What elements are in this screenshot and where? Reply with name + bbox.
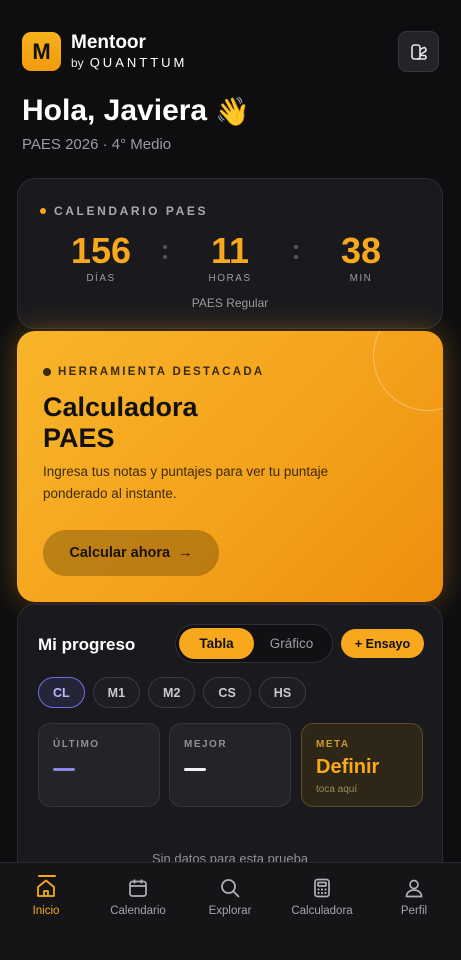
- stat-goal[interactable]: META Definir toca aquí: [301, 723, 423, 807]
- tab-table[interactable]: Tabla: [179, 628, 254, 659]
- wave-emoji-icon: 👋: [215, 95, 250, 127]
- nav-item-calculator[interactable]: Calculadora: [277, 875, 367, 917]
- hours-value: 11: [210, 230, 250, 271]
- theme-toggle-icon: [410, 43, 427, 60]
- subject-filter: CL M1 M2 CS HS: [38, 677, 307, 708]
- add-essay-button[interactable]: + Ensayo: [341, 629, 424, 658]
- subject-chip-cl[interactable]: CL: [38, 677, 85, 708]
- profile-icon: [405, 879, 423, 898]
- greeting-text: Hola, Javiera: [22, 94, 208, 127]
- paes-countdown-card[interactable]: CALENDARIO PAES 156 DÍAS 11 HORAS 38 MIN…: [17, 178, 443, 329]
- app-name: Mentoor: [71, 32, 146, 53]
- view-toggle: Tabla Gráfico: [175, 624, 333, 663]
- subject-chip-hs[interactable]: HS: [258, 677, 307, 708]
- nav-item-home[interactable]: Inicio: [1, 875, 91, 917]
- bottom-nav: Inicio Calendario Explorar Calculadora P…: [0, 862, 461, 960]
- featured-title: Calculadora PAES: [43, 392, 198, 453]
- subject-chip-m2[interactable]: M2: [148, 677, 196, 708]
- stat-goal-hint: toca aquí: [316, 784, 358, 795]
- decorative-circle: [373, 331, 443, 411]
- greeting: Hola, Javiera 👋: [22, 94, 250, 128]
- exam-name: PAES Regular: [191, 296, 269, 310]
- home-icon: [37, 879, 55, 897]
- hours-label: HORAS: [208, 273, 252, 284]
- stat-last-empty: [53, 768, 75, 771]
- countdown-hours: 11 HORAS: [180, 230, 280, 285]
- student-level: PAES 2026 · 4° Medio: [22, 136, 172, 153]
- featured-description: Ingresa tus notas y puntajes para ver tu…: [43, 464, 329, 501]
- app-logo: M: [22, 32, 61, 71]
- stat-best-label: MEJOR: [184, 739, 228, 750]
- calculator-icon: [314, 878, 330, 898]
- by-label: by: [71, 55, 84, 70]
- active-indicator: [38, 875, 56, 877]
- stat-last: ÚLTIMO: [38, 723, 160, 807]
- brand: M Mentoor by QUANTTUM: [22, 32, 187, 71]
- stat-best: MEJOR: [169, 723, 291, 807]
- countdown-days: 156 DÍAS: [51, 230, 151, 285]
- featured-tool-card[interactable]: HERRAMIENTA DESTACADA Calculadora PAES I…: [17, 331, 443, 602]
- countdown-title: CALENDARIO PAES: [54, 204, 209, 218]
- separator-icon: [294, 245, 298, 265]
- status-dot-icon: [40, 208, 46, 214]
- partner-logo: QUANTTUM: [89, 55, 188, 70]
- featured-tag: HERRAMIENTA DESTACADA: [58, 366, 265, 378]
- separator-icon: [163, 245, 167, 265]
- progress-card: Mi progreso Tabla Gráfico + Ensayo CL M1…: [17, 604, 443, 904]
- subject-chip-cs[interactable]: CS: [203, 677, 251, 708]
- minutes-label: MIN: [349, 273, 373, 284]
- days-label: DÍAS: [86, 273, 116, 284]
- stat-goal-value: Definir: [316, 756, 380, 778]
- nav-item-calendar[interactable]: Calendario: [93, 875, 183, 917]
- progress-title: Mi progreso: [38, 635, 136, 654]
- days-value: 156: [70, 230, 132, 271]
- minutes-value: 38: [340, 230, 382, 271]
- theme-toggle-button[interactable]: [398, 31, 439, 72]
- home-screen: M Mentoor by QUANTTUM Hola, Javiera 👋 PA…: [0, 0, 461, 960]
- stat-goal-label: META: [316, 739, 350, 750]
- calendar-icon: [129, 879, 147, 897]
- tab-chart[interactable]: Gráfico: [254, 628, 329, 659]
- stat-best-empty: [184, 768, 206, 771]
- calculate-now-label: Calcular ahora: [69, 545, 171, 561]
- stat-last-label: ÚLTIMO: [53, 739, 100, 750]
- nav-item-profile[interactable]: Perfil: [369, 875, 459, 917]
- arrow-right-icon: →: [178, 545, 193, 561]
- tag-dot-icon: [43, 368, 51, 376]
- calculate-now-button[interactable]: Calcular ahora →: [43, 530, 219, 576]
- nav-item-explore[interactable]: Explorar: [185, 875, 275, 917]
- countdown-minutes: 38 MIN: [311, 230, 411, 285]
- search-icon: [221, 879, 240, 898]
- subject-chip-m1[interactable]: M1: [92, 677, 141, 708]
